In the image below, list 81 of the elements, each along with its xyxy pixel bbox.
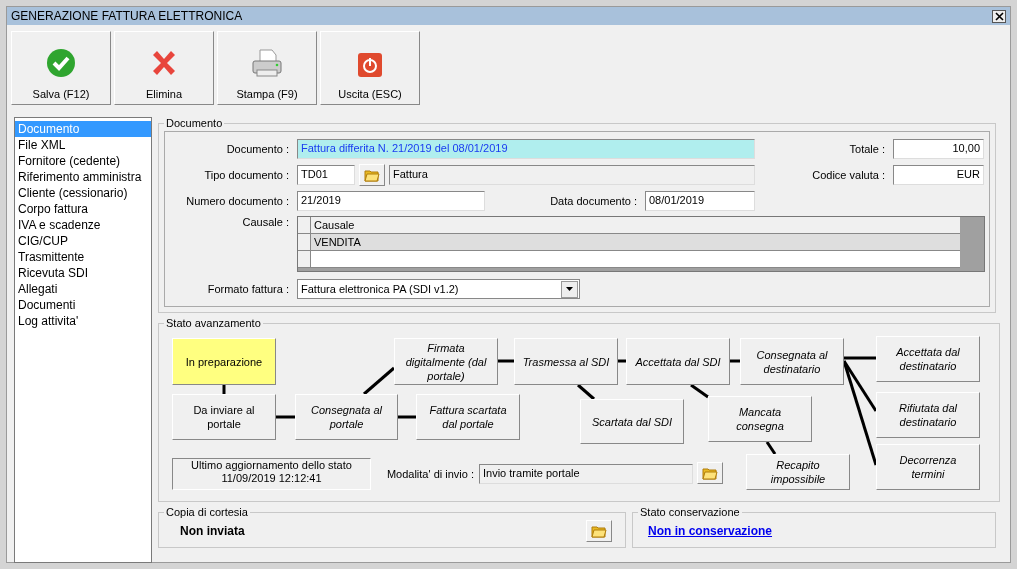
- row-header[interactable]: [298, 251, 311, 267]
- status-node: In preparazione: [172, 338, 276, 385]
- number-field[interactable]: 21/2019: [297, 191, 485, 211]
- sidebar-item[interactable]: Riferimento amministra: [15, 169, 151, 185]
- field-label: Documento :: [225, 143, 290, 155]
- toolbar-button[interactable]: Uscita (ESC): [320, 31, 420, 105]
- dropdown-arrow-icon: [566, 287, 573, 291]
- connector-line: [398, 415, 416, 419]
- status-node: Da inviare al portale: [172, 394, 276, 440]
- folder-icon: [591, 524, 607, 538]
- group-title: Stato avanzamento: [165, 317, 262, 329]
- sidebar-item[interactable]: CIG/CUP: [15, 233, 151, 249]
- power-icon: [357, 52, 383, 78]
- sidebar-item[interactable]: Allegati: [15, 281, 151, 297]
- folder-icon: [364, 168, 380, 182]
- sidebar-item[interactable]: Log attivita': [15, 313, 151, 329]
- currency-field[interactable]: EUR: [893, 165, 984, 185]
- toolbar-button[interactable]: Elimina: [114, 31, 214, 105]
- group-title: Copia di cortesia: [165, 506, 249, 518]
- status-node: Rifiutata dal destinatario: [876, 392, 980, 438]
- field-label: Data documento :: [549, 195, 638, 207]
- status-node: Mancata consegna: [708, 396, 812, 442]
- status-node: Accettata dal destinatario: [876, 336, 980, 382]
- date-field[interactable]: 08/01/2019: [645, 191, 755, 211]
- connector-line: [577, 383, 595, 401]
- document-field: Fattura differita N. 21/2019 del 08/01/2019: [297, 139, 755, 159]
- field-label: Codice valuta :: [811, 169, 886, 181]
- status-node: Consegnata al destinatario: [740, 338, 844, 385]
- last-update-box: Ultimo aggiornamento dello stato 11/09/2019 12:12:41: [172, 458, 371, 490]
- type-description-field: Fattura: [389, 165, 755, 185]
- folder-icon: [702, 466, 718, 480]
- connector-line: [618, 359, 626, 363]
- browse-button[interactable]: [359, 164, 385, 186]
- status-node: Recapito impossibile: [746, 454, 850, 490]
- courtesy-status: Non inviata: [179, 524, 245, 538]
- connector-line: [765, 441, 777, 455]
- column-header: Causale: [313, 218, 355, 233]
- status-node: Fattura scartata dal portale: [416, 394, 520, 440]
- printer-icon: [251, 48, 283, 78]
- status-node: Firmata digitalmente (dal portale): [394, 338, 498, 385]
- connector-line: [690, 383, 709, 399]
- connector-line: [222, 385, 226, 394]
- field-label: Totale :: [848, 143, 886, 155]
- format-dropdown[interactable]: Fattura elettronica PA (SDI v1.2): [297, 279, 580, 299]
- row-header[interactable]: [298, 234, 311, 250]
- field-label: Causale :: [241, 216, 290, 228]
- browse-button[interactable]: [586, 520, 612, 542]
- sidebar-item[interactable]: IVA e scadenze: [15, 217, 151, 233]
- connector-line: [276, 415, 295, 419]
- field-label: Modalita' di invio :: [386, 468, 474, 480]
- sidebar-item[interactable]: File XML: [15, 137, 151, 153]
- connector-line: [363, 366, 395, 396]
- field-label: Numero documento :: [185, 195, 290, 207]
- sidebar-item[interactable]: Trasmittente: [15, 249, 151, 265]
- total-field[interactable]: 10,00: [893, 139, 984, 159]
- table-cell[interactable]: VENDITA: [311, 234, 361, 250]
- conservation-link[interactable]: Non in conservazione: [638, 524, 773, 538]
- status-node: Trasmessa al SDI: [514, 338, 618, 385]
- sidebar-item[interactable]: Corpo fattura: [15, 201, 151, 217]
- status-node: Consegnata al portale: [295, 394, 398, 440]
- toolbar-button[interactable]: Stampa (F9): [217, 31, 317, 105]
- send-mode-field: Invio tramite portale: [479, 464, 693, 484]
- group-title: Documento: [165, 117, 224, 129]
- sidebar-item[interactable]: Ricevuta SDI: [15, 265, 151, 281]
- connector-line: [730, 359, 740, 363]
- type-code-field[interactable]: TD01: [297, 165, 355, 185]
- close-button[interactable]: [992, 9, 1006, 23]
- toolbar-button[interactable]: Salva (F12): [11, 31, 111, 105]
- window-title: GENERAZIONE FATTURA ELETTRONICA: [11, 9, 243, 23]
- status-node: Scartata dal SDI: [580, 399, 684, 444]
- checkmark-icon: [46, 48, 76, 78]
- browse-button[interactable]: [697, 462, 723, 484]
- field-label: Tipo documento :: [203, 169, 290, 181]
- group-title: Stato conservazione: [639, 506, 741, 518]
- connector-line: [498, 359, 514, 363]
- sidebar-item[interactable]: Cliente (cessionario): [15, 185, 151, 201]
- sidebar-item[interactable]: Documenti: [15, 297, 151, 313]
- status-node: Accettata dal SDI: [626, 338, 730, 385]
- field-label: Formato fattura :: [206, 283, 290, 295]
- sidebar-item[interactable]: Fornitore (cedente): [15, 153, 151, 169]
- status-node: Decorrenza termini: [876, 444, 980, 490]
